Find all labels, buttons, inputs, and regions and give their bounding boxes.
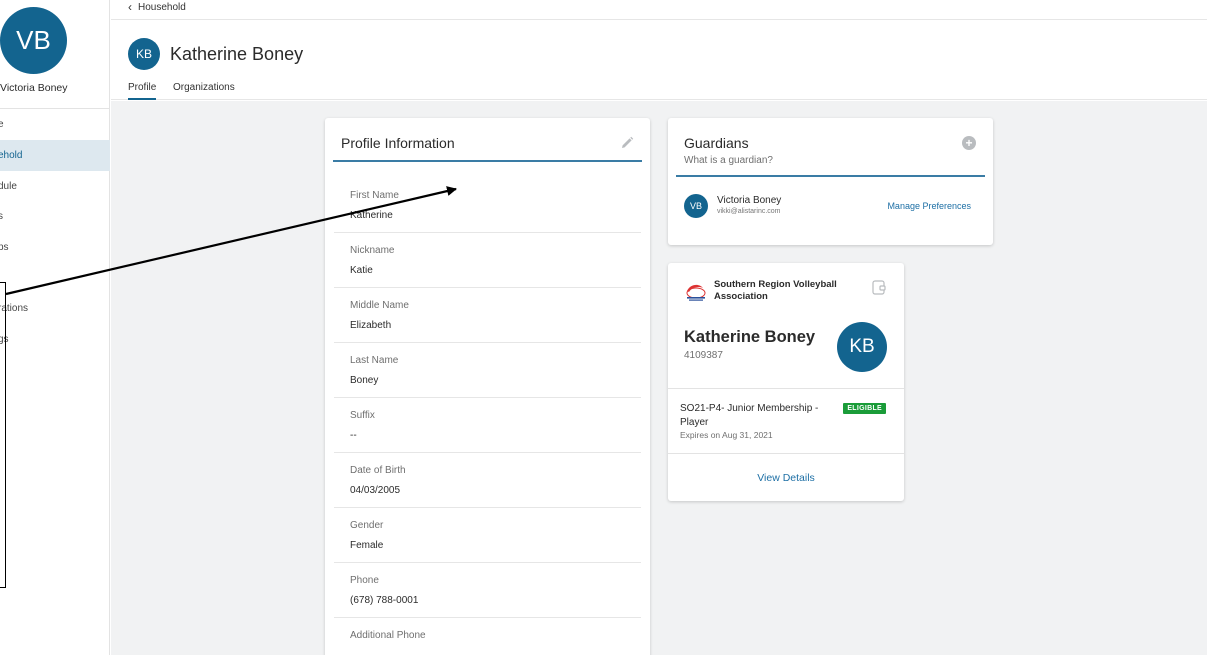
- field-label: Additional Phone: [350, 630, 426, 641]
- sidebar-item-schedule[interactable]: dule: [0, 171, 110, 202]
- chevron-left-icon: ‹: [128, 0, 132, 14]
- field-gender: Gender Female: [334, 508, 641, 563]
- sidebar-item-settings[interactable]: gs: [0, 324, 110, 355]
- membership-name: SO21-P4- Junior Membership - Player: [680, 403, 819, 428]
- view-details-link[interactable]: View Details: [668, 472, 904, 484]
- guardian-name: Victoria Boney: [717, 195, 782, 206]
- sidebar-item-teams[interactable]: s: [0, 201, 110, 232]
- organization-name: Southern Region Volleyball Association: [714, 279, 837, 302]
- back-link[interactable]: ‹ Household: [128, 0, 186, 14]
- field-first-name: First Name Katherine: [334, 178, 641, 233]
- sidebar: VB Victoria Boney e ehold dule s ps rati…: [0, 0, 110, 655]
- wallet-card-icon[interactable]: [872, 280, 886, 295]
- field-label: Gender: [350, 520, 384, 531]
- divider: [333, 160, 642, 162]
- manage-preferences-link[interactable]: Manage Preferences: [887, 201, 971, 211]
- sidebar-item-home[interactable]: e: [0, 109, 110, 140]
- profile-card: Profile Information First Name Katherine…: [325, 118, 650, 655]
- pencil-icon[interactable]: [620, 136, 634, 150]
- field-nickname: Nickname Katie: [334, 233, 641, 288]
- divider: [668, 453, 904, 454]
- tab-organizations[interactable]: Organizations: [173, 82, 235, 98]
- sidebar-item-label: ps: [0, 242, 9, 253]
- breadcrumb-bar: ‹ Household: [111, 0, 1207, 20]
- field-value: Elizabeth: [350, 320, 392, 331]
- status-badge: ELIGIBLE: [843, 403, 886, 414]
- organization-logo-icon: [686, 284, 706, 301]
- sidebar-item-blank[interactable]: [0, 263, 110, 294]
- field-label: First Name: [350, 190, 399, 201]
- page-header: KB Katherine Boney Profile Organizations: [111, 20, 1207, 100]
- avatar[interactable]: VB: [0, 7, 67, 74]
- guardians-card: Guardians What is a guardian? + VB Victo…: [668, 118, 993, 245]
- membership-expiry: Expires on Aug 31, 2021: [680, 430, 773, 440]
- sidebar-item-groups[interactable]: ps: [0, 232, 110, 263]
- sidebar-item-label: ehold: [0, 150, 23, 161]
- field-value: Katie: [350, 265, 373, 276]
- avatar: KB: [837, 322, 887, 372]
- sidebar-item-label: e: [0, 119, 4, 130]
- divider: [676, 175, 985, 177]
- field-value: --: [350, 430, 357, 441]
- field-additional-phone: Additional Phone: [334, 618, 641, 655]
- sidebar-item-household[interactable]: ehold: [0, 140, 110, 171]
- sidebar-user-name: Victoria Boney: [0, 82, 68, 94]
- field-label: Nickname: [350, 245, 395, 256]
- avatar[interactable]: KB: [128, 38, 160, 70]
- field-value: Female: [350, 540, 384, 551]
- add-guardian-icon[interactable]: +: [962, 136, 976, 150]
- avatar: VB: [684, 194, 708, 218]
- avatar-initials: KB: [135, 47, 152, 61]
- field-value: Boney: [350, 375, 379, 386]
- sidebar-item-label: s: [0, 211, 3, 222]
- guardian-help-link[interactable]: What is a guardian?: [684, 155, 773, 166]
- field-value: (678) 788-0001: [350, 595, 419, 606]
- field-suffix: Suffix --: [334, 398, 641, 453]
- membership-card: Southern Region Volleyball Association K…: [668, 263, 904, 501]
- page-title: Katherine Boney: [170, 44, 304, 64]
- sidebar-item-registrations[interactable]: rations: [0, 293, 110, 324]
- field-last-name: Last Name Boney: [334, 343, 641, 398]
- main-content: [111, 101, 1207, 655]
- divider: [668, 388, 904, 389]
- member-id: 4109387: [684, 350, 723, 361]
- guardian-email: vikki@alistarinc.com: [717, 208, 781, 215]
- field-date-of-birth: Date of Birth 04/03/2005: [334, 453, 641, 508]
- card-title: Profile Information: [341, 135, 455, 151]
- field-label: Suffix: [350, 410, 375, 421]
- annotation-box: [0, 282, 6, 588]
- member-name: Katherine Boney: [684, 328, 816, 346]
- field-value: Katherine: [350, 210, 393, 221]
- field-value: 04/03/2005: [350, 485, 401, 496]
- field-label: Date of Birth: [350, 465, 406, 476]
- field-label: Middle Name: [350, 300, 409, 311]
- field-phone: Phone (678) 788-0001: [334, 563, 641, 618]
- tab-profile[interactable]: Profile: [128, 82, 157, 100]
- back-link-label: Household: [138, 1, 186, 13]
- sidebar-item-label: dule: [0, 181, 17, 192]
- field-middle-name: Middle Name Elizabeth: [334, 288, 641, 343]
- field-label: Phone: [350, 575, 379, 586]
- field-label: Last Name: [350, 355, 399, 366]
- card-title: Guardians: [684, 135, 749, 151]
